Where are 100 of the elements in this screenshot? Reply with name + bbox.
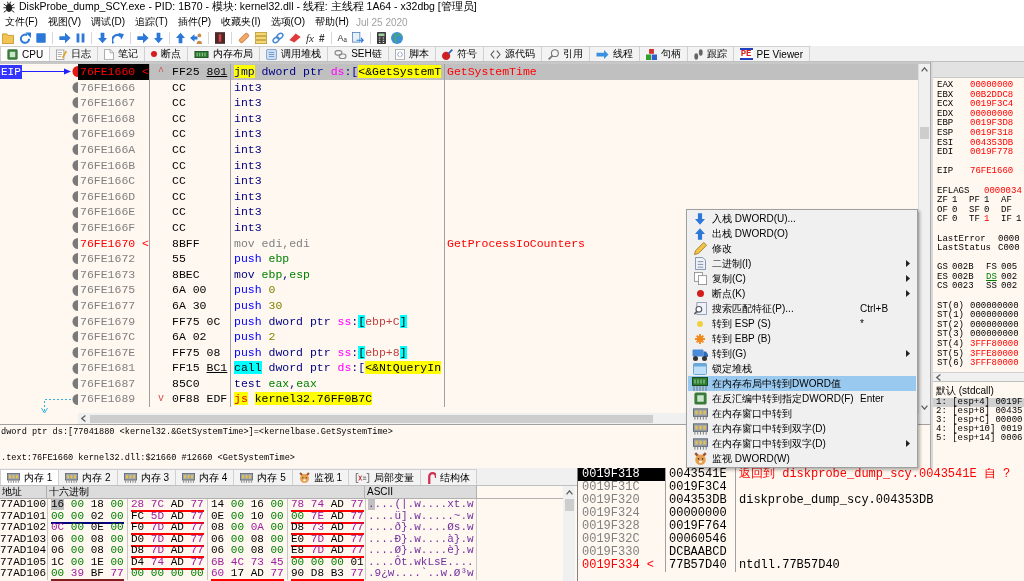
horizontal-scrollbar[interactable] bbox=[933, 372, 1024, 381]
tab[interactable]: 源代码 bbox=[482, 46, 542, 61]
tab[interactable]: 局部变量 bbox=[348, 469, 422, 485]
register-value[interactable]: 0019F3D8 bbox=[970, 119, 1014, 129]
register-value[interactable]: 004353DB bbox=[970, 138, 1014, 149]
menu-item[interactable]: 在反汇编中转到指定DWORD(F) Enter bbox=[688, 391, 916, 406]
script-icon[interactable] bbox=[215, 32, 225, 44]
register-value[interactable]: 1 bbox=[984, 196, 990, 206]
menu-item[interactable]: 修改 bbox=[688, 241, 916, 256]
menu-item[interactable]: 锁定堆栈 bbox=[688, 361, 916, 376]
register-value[interactable]: 0000034 bbox=[984, 186, 1022, 197]
tab[interactable]: 符号 bbox=[434, 46, 484, 61]
register-value[interactable]: 0023 bbox=[952, 282, 974, 293]
eraser-icon[interactable] bbox=[289, 33, 301, 43]
calculator-icon[interactable] bbox=[376, 32, 386, 44]
register-value[interactable]: 002 bbox=[1001, 282, 1018, 293]
register-value[interactable]: 002 bbox=[1001, 272, 1018, 283]
menu-item[interactable]: 在内存窗口中转到 bbox=[688, 406, 916, 421]
menu-item[interactable]: 在内存窗口中转到双字(D) bbox=[688, 421, 916, 436]
register-value[interactable]: 000000000 bbox=[970, 330, 1019, 341]
menu-item[interactable]: 在内存布局中转到DWORD值 bbox=[688, 376, 916, 391]
tab[interactable]: 笔记 bbox=[97, 46, 146, 61]
menu-item[interactable]: 插件(P) bbox=[172, 15, 217, 29]
register-value[interactable]: 3FFE80000 bbox=[970, 349, 1019, 360]
argument-row[interactable]: 4: [esp+10] 0019 bbox=[933, 425, 1024, 434]
vertical-scrollbar[interactable] bbox=[918, 64, 930, 413]
register-value[interactable]: 0019F3C4 bbox=[970, 100, 1014, 110]
tab[interactable]: 线程 bbox=[588, 46, 640, 61]
register-value[interactable]: 1 bbox=[952, 196, 958, 206]
register-value[interactable]: 000000000 bbox=[970, 311, 1019, 321]
register-value[interactable]: 3FFF80000 bbox=[970, 359, 1019, 369]
register-value[interactable]: 0000 bbox=[998, 234, 1020, 245]
register-value[interactable]: 000000000 bbox=[970, 301, 1019, 312]
register-value[interactable]: 0019F318 bbox=[970, 128, 1014, 139]
tab[interactable]: CPU bbox=[0, 46, 51, 61]
folder-icon[interactable] bbox=[2, 32, 14, 44]
register-value[interactable]: 3FFF80000 bbox=[970, 340, 1019, 350]
argument-row[interactable]: 2: [esp+8] 00435 bbox=[933, 407, 1024, 416]
up-arrow-icon[interactable] bbox=[176, 32, 185, 44]
menu-item[interactable]: 文件(F) bbox=[0, 15, 43, 29]
link-icon[interactable] bbox=[272, 32, 284, 44]
scrollbar-thumb[interactable] bbox=[920, 127, 929, 139]
register-value[interactable]: 0 bbox=[984, 205, 990, 216]
menu-item[interactable]: 入栈 DWORD(U)... bbox=[688, 211, 916, 226]
tab[interactable]: 日志 bbox=[49, 46, 99, 61]
restart-icon[interactable] bbox=[19, 32, 31, 44]
register-value[interactable]: 0 bbox=[952, 215, 958, 225]
right-arrow-icon[interactable] bbox=[137, 32, 149, 44]
tab[interactable]: 内存 2 bbox=[58, 469, 118, 485]
arrow-person-icon[interactable] bbox=[190, 32, 202, 44]
tab[interactable]: 内存 3 bbox=[116, 469, 177, 485]
scrollbar-thumb[interactable] bbox=[90, 414, 653, 423]
register-value[interactable]: 005 bbox=[1001, 263, 1018, 273]
menu-item[interactable]: 调试(D) bbox=[86, 15, 130, 29]
tab[interactable]: 结构体 bbox=[420, 469, 478, 485]
menu-item[interactable]: 选项(O) bbox=[265, 15, 311, 29]
stop-icon[interactable] bbox=[36, 33, 46, 43]
tab[interactable]: 内存布局 bbox=[187, 46, 261, 61]
menu-item[interactable]: 转到(G) bbox=[688, 346, 916, 361]
tab[interactable]: 内存 1 bbox=[0, 469, 60, 485]
tab[interactable]: 监视 1 bbox=[291, 469, 350, 485]
tab[interactable]: 句柄 bbox=[638, 46, 688, 61]
tab[interactable]: PE PE Viewer bbox=[732, 46, 810, 61]
register-value[interactable]: 1 bbox=[984, 215, 990, 225]
font-button[interactable]: Aₐ bbox=[337, 31, 347, 45]
tab[interactable]: 断点 bbox=[144, 46, 189, 61]
tab[interactable]: 引用 bbox=[540, 46, 590, 61]
menu-item[interactable]: 搜索匹配特征(P)... Ctrl+B bbox=[688, 301, 916, 316]
selected-row-highlight[interactable]: ^ FF25 801 jmp dword ptr ds:[<&GetSystemT GetSystemTime bbox=[150, 64, 918, 80]
globe-icon[interactable] bbox=[390, 32, 403, 44]
register-value[interactable]: 002B bbox=[952, 272, 974, 283]
menu-item[interactable]: 在内存窗口中转到双字(D) bbox=[688, 436, 916, 451]
register-value[interactable]: C000 bbox=[998, 244, 1020, 254]
tab[interactable]: 调用堆栈 bbox=[259, 46, 329, 61]
menu-item[interactable]: 监视 DWORD(W) bbox=[688, 451, 916, 466]
down-arrow-icon[interactable] bbox=[98, 32, 107, 44]
register-value[interactable]: 1 bbox=[1016, 215, 1022, 225]
document-icon[interactable] bbox=[351, 32, 364, 44]
register-value[interactable]: 0 bbox=[952, 205, 958, 216]
bandage-icon[interactable] bbox=[238, 32, 250, 44]
register-value[interactable]: 00000000 bbox=[970, 81, 1014, 91]
menu-item[interactable]: 复制(C) bbox=[688, 271, 916, 286]
argument-row[interactable]: 5: [esp+14] 0006 bbox=[933, 434, 1024, 443]
formula-button[interactable]: fx bbox=[306, 31, 314, 45]
menu-item[interactable]: 视图(V) bbox=[42, 15, 87, 29]
tab[interactable]: 跟踪 bbox=[686, 46, 734, 61]
tab[interactable]: 脚本 bbox=[387, 46, 436, 61]
menu-item[interactable]: 转到 EBP (B) bbox=[688, 331, 916, 346]
menu-item[interactable]: 追踪(T) bbox=[130, 15, 173, 29]
menu-item[interactable]: 收藏夹(I) bbox=[216, 15, 266, 29]
argument-row[interactable]: 1: [esp+4] 0019F bbox=[933, 398, 1024, 407]
hash-button[interactable]: # bbox=[318, 31, 325, 45]
scrollbar-thumb[interactable] bbox=[564, 499, 574, 511]
tab[interactable]: 内存 4 bbox=[175, 469, 235, 485]
menu-item[interactable]: 断点(K) bbox=[688, 286, 916, 301]
curved-arrow-icon[interactable] bbox=[112, 32, 124, 44]
vertical-scrollbar[interactable] bbox=[563, 486, 575, 581]
right-arrow-icon[interactable] bbox=[59, 32, 71, 44]
tab[interactable]: SEH链 bbox=[327, 46, 389, 61]
register-value[interactable]: 0019F778 bbox=[970, 148, 1014, 158]
